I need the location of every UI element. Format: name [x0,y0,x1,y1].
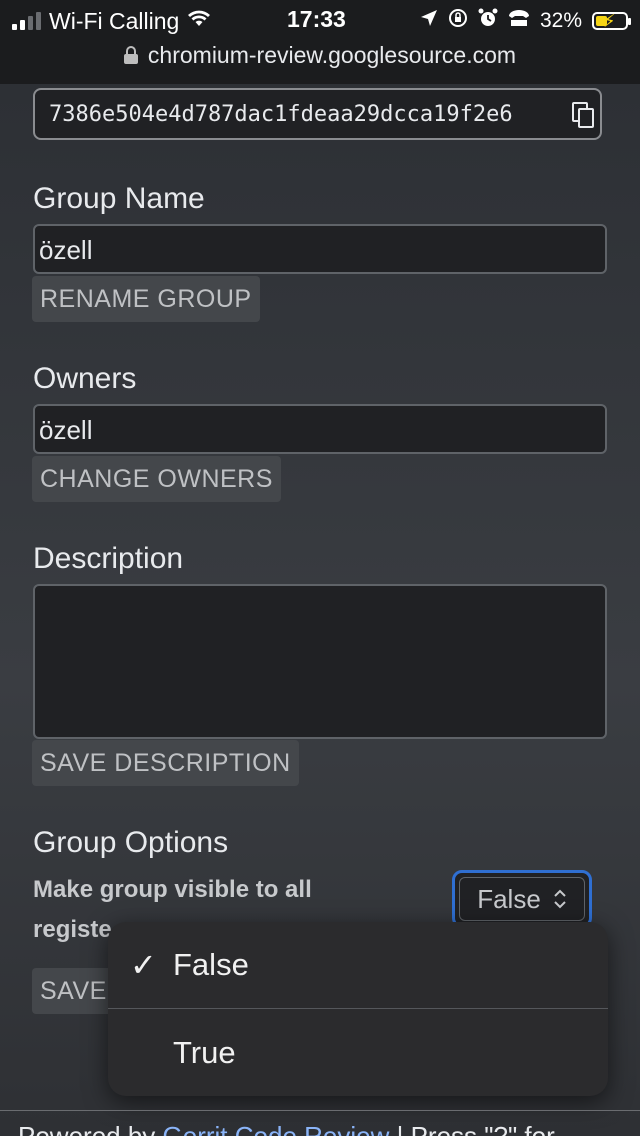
tty-icon [508,9,530,33]
lock-icon [123,46,138,64]
dropdown-option-true[interactable]: True [108,1010,608,1096]
carrier-label: Wi-Fi Calling [49,7,180,34]
status-time: 17:33 [287,6,346,32]
visible-to-all-select[interactable]: False [452,870,592,928]
copy-icon[interactable] [572,102,594,128]
group-options-title: Group Options [33,826,229,859]
battery-icon: ⚡ [592,11,631,31]
location-icon [420,9,438,33]
save-options-button[interactable]: SAVE [32,968,115,1014]
url-text: chromium-review.googlesource.com [147,41,517,68]
dropdown-option-label: True [173,1035,236,1070]
owners-title: Owners [33,362,137,395]
select-value: False [477,883,541,914]
dropdown-option-false[interactable]: ✓ False [108,922,608,1008]
footer: Powered by Gerrit Code Review | Press "?… [0,1110,640,1136]
status-left: Wi-Fi Calling [12,6,211,36]
up-down-chevron-icon [553,888,567,910]
checkmark-icon: ✓ [130,947,157,983]
change-owners-button[interactable]: CHANGE OWNERS [32,456,281,502]
footer-powered-by: Powered by [18,1121,163,1136]
dropdown-divider [108,1008,608,1009]
group-id-value: 7386e504e4d787dac1fdeaa29dcca19f2e6 [49,102,513,127]
rename-group-button[interactable]: RENAME GROUP [32,276,260,322]
description-title: Description [33,542,184,575]
gerrit-link[interactable]: Gerrit Code Review [163,1121,390,1136]
dropdown-option-label: False [173,947,249,982]
group-name-title: Group Name [33,182,205,215]
footer-text: Powered by Gerrit Code Review | Press "?… [18,1121,555,1136]
description-textarea[interactable] [33,584,607,739]
owners-input[interactable]: özell [33,404,607,454]
select-dropdown-menu: ✓ False True [108,922,608,1096]
wifi-icon [187,9,211,33]
save-description-button[interactable]: SAVE DESCRIPTION [32,740,299,786]
select-inner: False [459,877,585,921]
group-name-input[interactable]: özell [33,224,607,274]
footer-hint: | Press "?" for [389,1121,555,1136]
signal-icon [12,12,41,30]
url-bar[interactable]: chromium-review.googlesource.com [0,38,640,72]
alarm-icon [478,8,498,34]
orientation-lock-icon [448,8,468,34]
status-right: 32% ⚡ [420,6,631,36]
battery-percent: 32% [539,9,582,32]
status-bar: Wi-Fi Calling 17:33 32% ⚡ chromium-revie… [0,0,640,84]
group-id-field[interactable]: 7386e504e4d787dac1fdeaa29dcca19f2e6 [33,88,602,140]
